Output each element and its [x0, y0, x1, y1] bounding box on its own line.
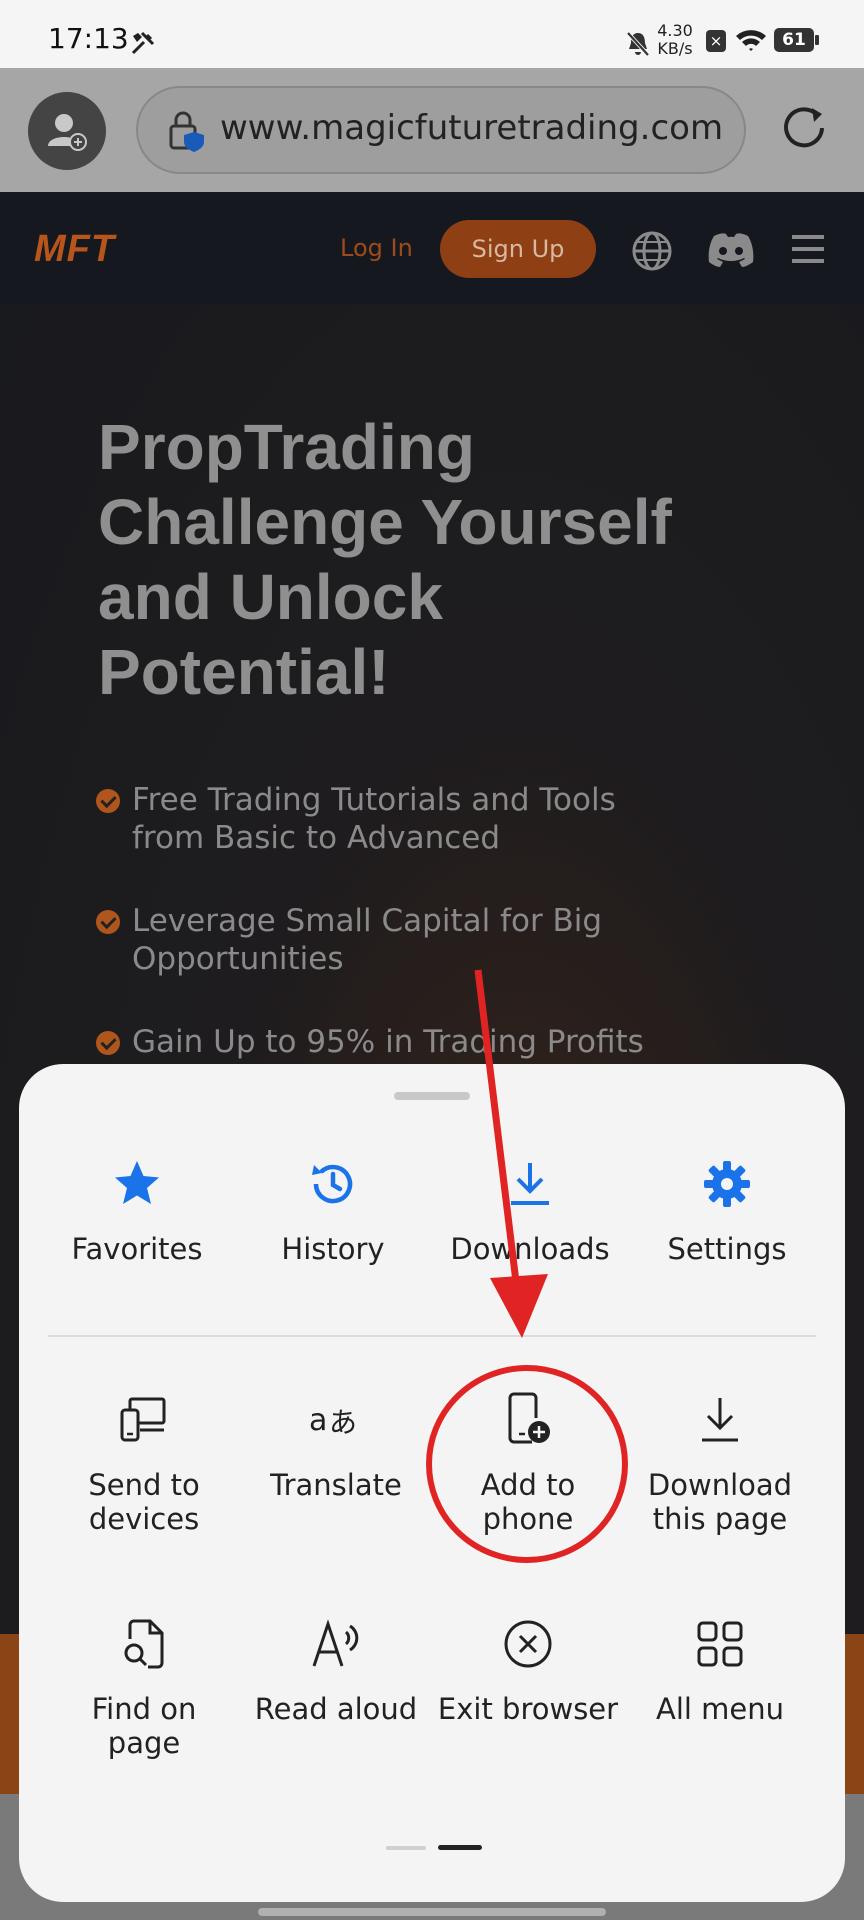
label-line: Exit browser	[437, 1692, 619, 1726]
headline-line: Potential!	[98, 636, 390, 708]
feature-bullet: Free Trading Tutorials and Tools from Ba…	[96, 781, 658, 857]
secure-lock-icon	[169, 111, 204, 152]
label-line: phone	[482, 1502, 574, 1536]
label-line: this page	[652, 1502, 788, 1536]
check-icon	[96, 910, 120, 934]
read-aloud-label: Read aloud	[238, 1692, 434, 1726]
all-menu-button[interactable]: All menu	[622, 1614, 818, 1726]
feature-bullet: Leverage Small Capital for Big Opportuni…	[96, 902, 658, 978]
add-to-phone-button[interactable]: Add to phone	[430, 1390, 626, 1536]
bullet-line: from Basic to Advanced	[132, 820, 501, 856]
all-menu-label: All menu	[622, 1692, 818, 1726]
send-to-devices-icon	[120, 1397, 166, 1442]
favorites-label: Favorites	[71, 1232, 203, 1266]
clock: 17:13	[48, 22, 129, 55]
battery-tip	[815, 35, 819, 45]
label-line: devices	[88, 1502, 200, 1536]
label-line: Read aloud	[254, 1692, 418, 1726]
download-page-button[interactable]: Download this page	[622, 1390, 818, 1536]
translate-button[interactable]: aあ Translate	[238, 1390, 434, 1502]
exit-browser-button[interactable]: Exit browser	[430, 1614, 626, 1726]
star-icon	[115, 1161, 159, 1204]
find-on-page-button[interactable]: Find on page	[46, 1614, 242, 1760]
hamburger-menu-icon[interactable]	[790, 232, 826, 266]
label-line: Download	[647, 1468, 793, 1502]
add-to-phone-label: Add to phone	[430, 1468, 626, 1536]
sim-off-icon: ×	[706, 30, 726, 52]
history-label: History	[281, 1232, 385, 1266]
network-speed-unit: KB/s	[657, 39, 693, 58]
bullet-line: Free Trading Tutorials and Tools	[132, 782, 616, 818]
history-button[interactable]: History	[235, 1152, 431, 1266]
exit-icon	[504, 1620, 552, 1668]
headline-line: and Unlock	[98, 561, 443, 633]
exit-browser-label: Exit browser	[430, 1692, 626, 1726]
downloads-label: Downloads	[450, 1232, 610, 1266]
site-logo[interactable]: MFT	[34, 228, 115, 271]
bullet-line: Gain Up to 95% in Trading Profits	[132, 1024, 644, 1060]
gesture-bar	[258, 1908, 606, 1916]
check-icon	[96, 789, 120, 813]
send-to-devices-button[interactable]: Send to devices	[46, 1390, 242, 1536]
mute-bell-icon	[626, 31, 650, 57]
wifi-icon	[736, 30, 766, 51]
gear-icon	[704, 1161, 750, 1207]
reload-icon[interactable]	[778, 100, 830, 152]
check-icon	[96, 1031, 120, 1055]
sheet-drag-handle[interactable]	[394, 1092, 470, 1100]
svg-text:あ: あ	[329, 1406, 357, 1439]
globe-icon[interactable]	[630, 229, 674, 273]
download-page-label: Download this page	[622, 1468, 818, 1536]
find-on-page-icon	[124, 1619, 164, 1669]
bullet-line: Opportunities	[132, 941, 344, 977]
feature-bullet: Gain Up to 95% in Trading Profits	[96, 1023, 658, 1061]
headline-line: PropTrading	[98, 411, 475, 483]
label-line: All menu	[655, 1692, 785, 1726]
find-on-page-label: Find on page	[46, 1692, 242, 1760]
grid-icon	[697, 1621, 743, 1667]
add-to-phone-icon	[508, 1392, 550, 1444]
read-aloud-icon	[312, 1619, 359, 1667]
profile-avatar[interactable]	[28, 92, 106, 170]
hero-headline: PropTrading Challenge Yourself and Unloc…	[98, 410, 738, 710]
svg-text:a: a	[309, 1403, 327, 1438]
download-icon	[511, 1163, 549, 1205]
page-indicator-active[interactable]	[438, 1845, 482, 1850]
label-line: Add to	[480, 1468, 576, 1502]
label-line: Send to	[88, 1468, 200, 1502]
settings-label: Settings	[667, 1232, 787, 1266]
history-icon	[312, 1164, 353, 1204]
tools-icon	[131, 31, 155, 55]
label-line: Find on	[91, 1692, 197, 1726]
download-page-icon	[702, 1398, 738, 1442]
url-text[interactable]: www.magicfuturetrading.com	[220, 108, 723, 148]
signup-button[interactable]: Sign Up	[440, 220, 596, 278]
network-speed-value: 4.30	[657, 21, 693, 40]
page-indicator-inactive[interactable]	[386, 1846, 426, 1850]
network-speed: 4.30 KB/s	[657, 22, 693, 58]
label-line: page	[107, 1726, 181, 1760]
translate-icon: aあ	[309, 1403, 357, 1439]
menu-divider	[48, 1335, 816, 1337]
login-link[interactable]: Log In	[340, 234, 413, 262]
headline-line: Challenge Yourself	[98, 486, 672, 558]
downloads-button[interactable]: Downloads	[432, 1152, 628, 1266]
status-bar: 17:13 4.30 KB/s × 61	[0, 0, 864, 68]
label-line: Translate	[270, 1468, 402, 1502]
read-aloud-button[interactable]: Read aloud	[238, 1614, 434, 1726]
bullet-line: Leverage Small Capital for Big	[132, 903, 603, 939]
settings-button[interactable]: Settings	[629, 1152, 825, 1266]
send-to-devices-label: Send to devices	[46, 1468, 242, 1536]
add-profile-icon	[48, 114, 87, 151]
battery-indicator: 61	[774, 28, 814, 52]
translate-label: Translate	[238, 1468, 434, 1502]
favorites-button[interactable]: Favorites	[39, 1152, 235, 1266]
discord-icon[interactable]	[704, 230, 756, 270]
